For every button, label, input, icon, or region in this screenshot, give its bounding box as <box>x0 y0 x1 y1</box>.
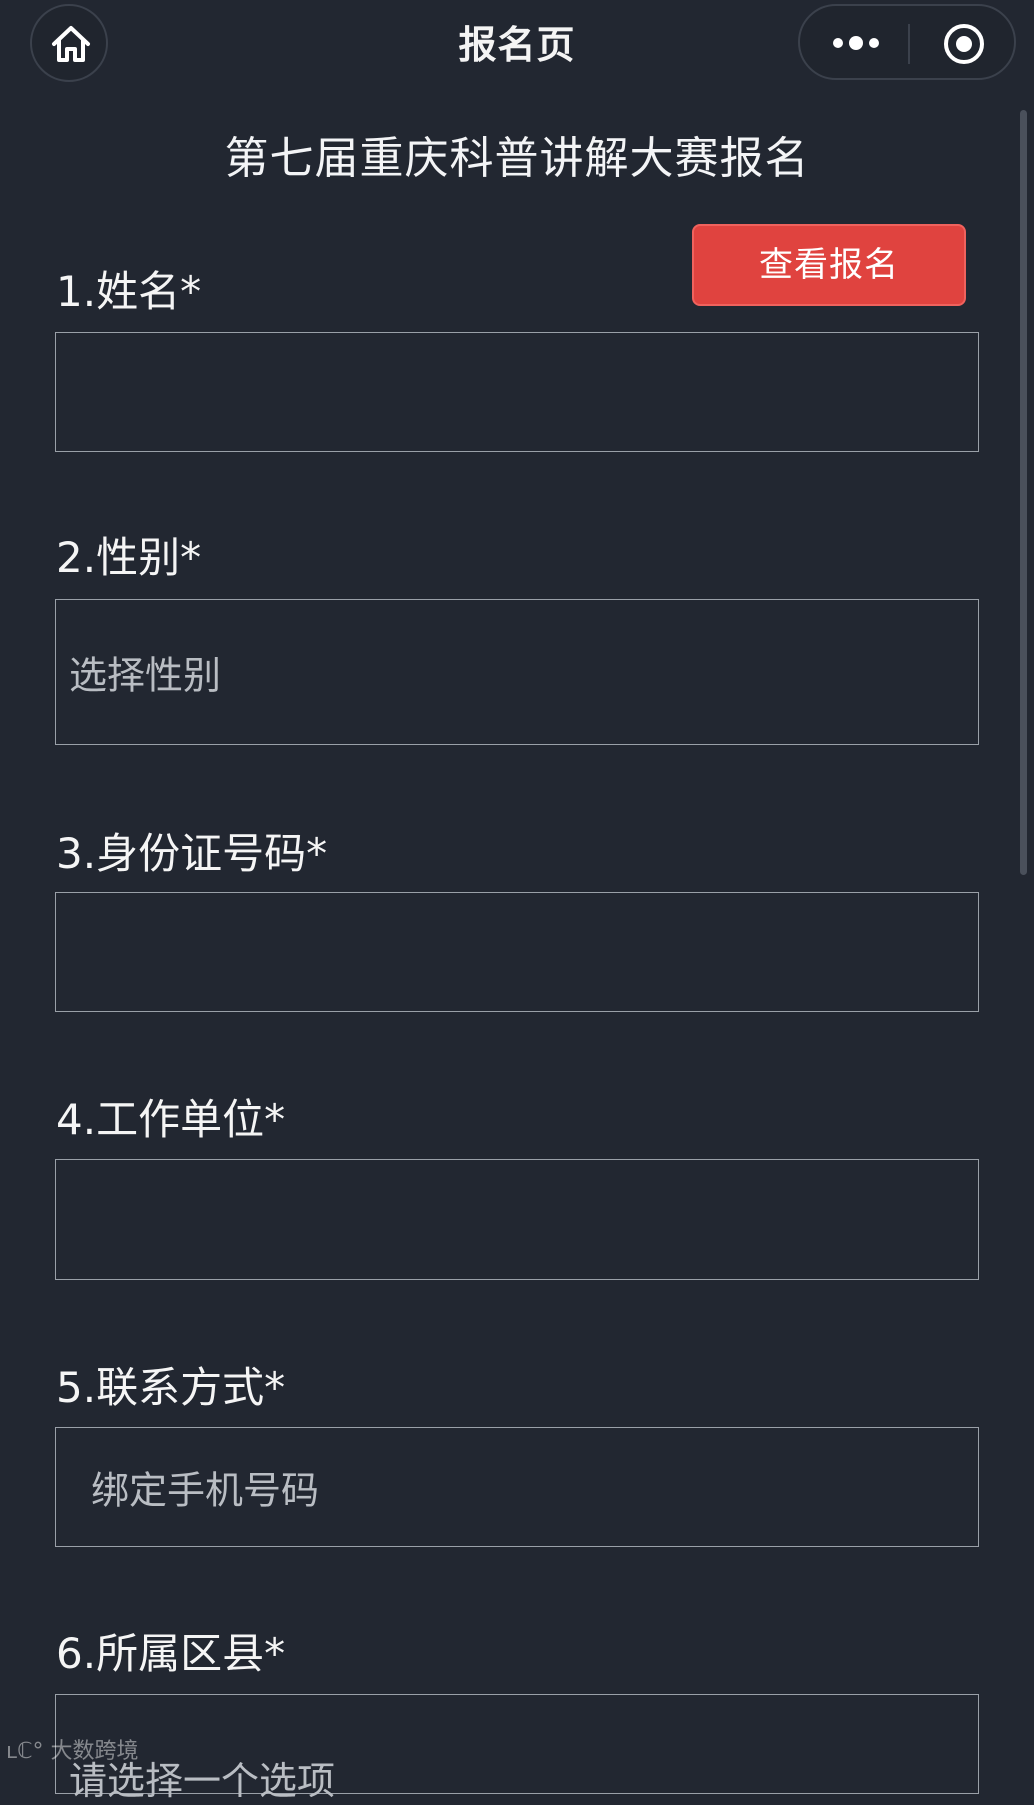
field-label-district: 6.所属区县* <box>56 1629 286 1678</box>
employer-input[interactable] <box>55 1159 979 1280</box>
phone-input-placeholder: 绑定手机号码 <box>91 1468 320 1513</box>
watermark-logo-icon: ʟℂ° <box>6 1739 44 1764</box>
field-label-employer: 4.工作单位* <box>56 1095 286 1144</box>
field-label-id-number: 3.身份证号码* <box>56 829 328 878</box>
view-registration-button[interactable]: 查看报名 <box>692 224 966 306</box>
watermark-text: 大数跨境 <box>50 1739 139 1764</box>
id-number-input[interactable] <box>55 892 979 1012</box>
capsule-divider <box>908 24 910 64</box>
field-label-gender: 2.性别* <box>56 533 202 582</box>
field-label-name: 1.姓名* <box>56 267 202 316</box>
watermark: ʟℂ° 大数跨境 <box>6 1733 139 1765</box>
mini-program-capsule <box>798 4 1016 80</box>
form-title: 第七届重庆科普讲解大赛报名 <box>224 133 810 184</box>
gender-select[interactable]: 选择性别 <box>55 599 979 745</box>
phone-input[interactable]: 绑定手机号码 <box>55 1427 979 1547</box>
scrollbar-thumb[interactable] <box>1020 110 1027 875</box>
name-input[interactable] <box>55 332 979 452</box>
navigation-bar: 报名页 <box>0 0 1034 90</box>
gender-select-placeholder: 选择性别 <box>69 653 222 698</box>
target-circle-icon[interactable] <box>942 22 986 66</box>
field-label-contact: 5.联系方式* <box>56 1363 286 1412</box>
district-select[interactable]: 请选择一个选项 <box>55 1694 979 1803</box>
more-dots-icon[interactable] <box>832 33 880 53</box>
